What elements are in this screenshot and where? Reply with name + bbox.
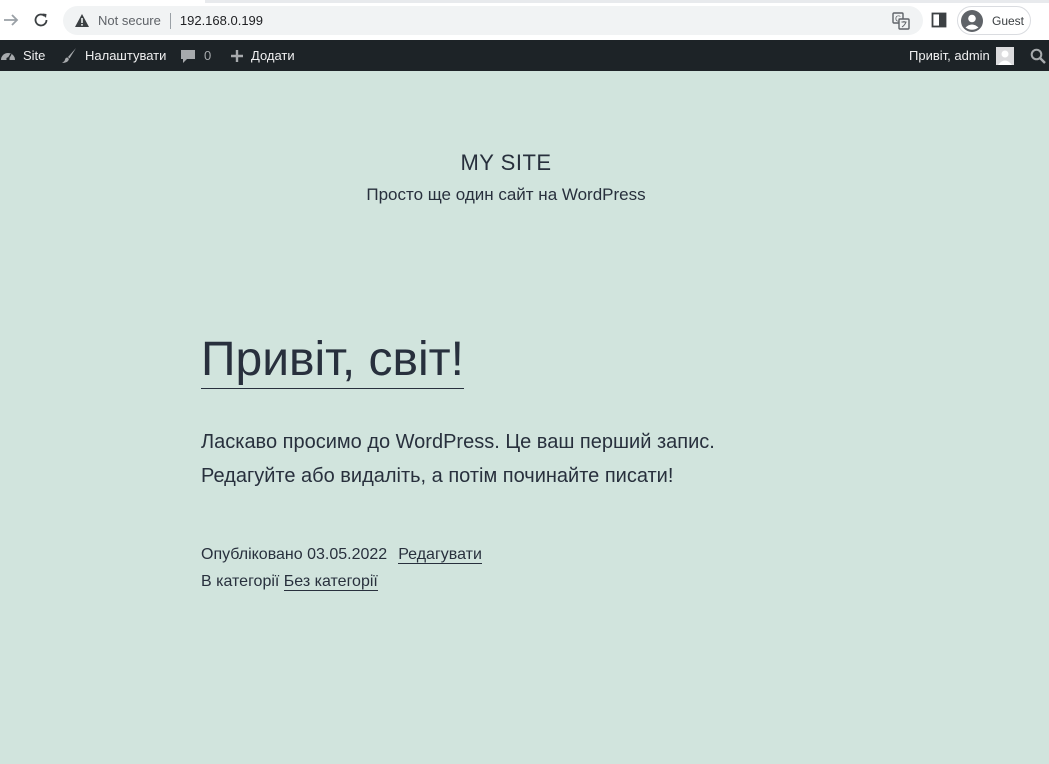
- plus-icon: [231, 49, 243, 62]
- admin-bar-search[interactable]: [1030, 40, 1046, 71]
- address-bar[interactable]: Not secure 192.168.0.199 G: [63, 6, 923, 35]
- url-text[interactable]: 192.168.0.199: [180, 13, 263, 28]
- post-body-line: Ласкаво просимо до WordPress. Це ваш пер…: [201, 431, 715, 453]
- side-panel-button[interactable]: [931, 12, 947, 28]
- site-header: MY SITE Просто ще один сайт на WordPress: [0, 150, 1012, 205]
- profile-avatar-icon: [961, 9, 983, 32]
- search-icon: [1030, 48, 1046, 64]
- reload-button[interactable]: [30, 9, 52, 31]
- arrow-forward-icon: [4, 14, 19, 26]
- category-prefix: В категорії: [201, 573, 280, 590]
- post-body-line: Редагуйте або видаліть, а потім починайт…: [201, 465, 674, 487]
- tab-strip-edge: [205, 0, 1049, 3]
- post-footer-meta: Опубліковано 03.05.2022 Редагувати В кате…: [201, 541, 482, 595]
- forward-button[interactable]: [0, 9, 22, 31]
- browser-toolbar: Not secure 192.168.0.199 G Guest: [0, 0, 1049, 40]
- edit-post-link[interactable]: Редагувати: [398, 546, 482, 564]
- category-link[interactable]: Без категорії: [283, 573, 378, 591]
- admin-bar-site-label: Site: [23, 48, 46, 63]
- admin-bar-new-label: Додати: [251, 48, 295, 63]
- site-title[interactable]: MY SITE: [0, 150, 1012, 176]
- published-date: Опубліковано 03.05.2022: [201, 546, 388, 563]
- site-description: Просто ще один сайт на WordPress: [366, 185, 646, 204]
- admin-greeting: Привіт, admin: [909, 48, 990, 63]
- post-article: Привіт, світ! Ласкаво просимо до WordPre…: [201, 332, 901, 493]
- admin-bar-comments[interactable]: 0: [180, 40, 211, 71]
- post-meta-category: В категорії Без категорії: [201, 568, 482, 595]
- post-title-link[interactable]: Привіт, світ!: [201, 332, 464, 389]
- user-avatar-icon: [995, 46, 1014, 65]
- dashboard-icon: [1, 52, 15, 61]
- admin-bar-customize[interactable]: Налаштувати: [61, 40, 166, 71]
- side-panel-icon: [931, 12, 947, 28]
- profile-button[interactable]: Guest: [957, 6, 1031, 35]
- admin-bar-my-account[interactable]: Привіт, admin: [909, 40, 1014, 71]
- comments-count: 0: [204, 48, 212, 63]
- warning-triangle-icon[interactable]: [73, 12, 91, 30]
- wp-admin-bar: Site Налаштувати 0 Додати Привіт, admin: [0, 40, 1049, 71]
- post-content: Ласкаво просимо до WordPress. Це ваш пер…: [201, 425, 901, 493]
- security-status[interactable]: Not secure: [98, 13, 161, 28]
- admin-bar-new[interactable]: Додати: [230, 40, 295, 71]
- comment-icon: [181, 49, 195, 63]
- omnibox-divider: [169, 12, 171, 29]
- admin-bar-customize-label: Налаштувати: [85, 48, 167, 63]
- admin-bar-site[interactable]: Site: [0, 40, 45, 71]
- profile-label: Guest: [992, 13, 1025, 28]
- post-meta-published: Опубліковано 03.05.2022 Редагувати: [201, 541, 482, 568]
- brush-icon: [62, 48, 76, 63]
- reload-icon: [34, 13, 48, 27]
- translate-icon[interactable]: G: [891, 11, 911, 31]
